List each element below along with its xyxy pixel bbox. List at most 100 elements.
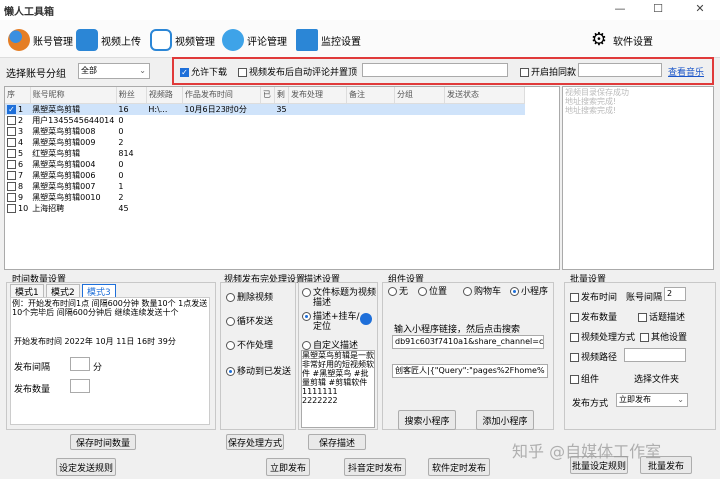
row-checkbox-cell[interactable]: 10 [5, 203, 30, 214]
close-button[interactable]: ✕ [684, 0, 716, 20]
batch-count-checkbox[interactable]: 发布数量 [570, 310, 617, 323]
option-delete[interactable]: 删除视频 [226, 290, 273, 303]
table-row[interactable]: 7 黑塑菜鸟剪辑006 0 [5, 170, 525, 181]
search-miniapp-button[interactable]: 搜索小程序 [398, 410, 456, 430]
set-send-rule-button[interactable]: 设定发送规则 [56, 458, 116, 476]
month-field[interactable]: 10 [95, 337, 105, 346]
minute-field[interactable]: 39 [158, 337, 168, 346]
option-location[interactable]: 位置 [418, 284, 447, 297]
interval-input[interactable] [70, 357, 90, 371]
option-none-comp-label: 无 [399, 287, 409, 297]
publish-now-button[interactable]: 立即发布 [266, 458, 310, 476]
view-music-link[interactable]: 查看音乐 [668, 65, 704, 78]
option-loop[interactable]: 循环发送 [226, 314, 273, 327]
option-file-title[interactable]: 文件标题为视频描述 [302, 288, 376, 308]
table-row[interactable]: 2 用户1345545644014 0 [5, 115, 525, 126]
option-cart[interactable]: 购物车 [463, 284, 501, 297]
table-cell: 10月6日23时0分 [184, 104, 247, 114]
row-checkbox-cell[interactable]: 3 [5, 126, 30, 137]
batch-path-checkbox[interactable]: 视频路径 [570, 350, 617, 363]
table-row[interactable]: ✓ 1 黑塑菜鸟剪辑 16 H:\... 10月6日23时0分 35 [5, 103, 525, 115]
log-panel: 视频目录保存成功 地址搜索完成! 地址搜索完成! [562, 86, 714, 270]
account-manage-button[interactable]: 账号管理 [8, 28, 73, 52]
table-row[interactable]: 9 黑塑菜鸟剪辑0010 2 [5, 192, 525, 203]
day-field[interactable]: 11 [116, 337, 126, 346]
row-index: 7 [18, 170, 24, 180]
table-row[interactable]: 5 红塑菜鸟剪辑 814 [5, 148, 525, 159]
douyin-schedule-button[interactable]: 抖音定时发布 [344, 458, 406, 476]
video-icon [150, 29, 172, 51]
row-checkbox[interactable] [7, 192, 16, 202]
comment-input[interactable] [362, 63, 508, 77]
batch-time-label: 发布时间 [581, 293, 618, 303]
count-input[interactable] [70, 379, 90, 393]
table-cell [347, 126, 395, 137]
pat-same-checkbox[interactable]: 开启拍同款 [520, 65, 576, 78]
minimize-button[interactable]: — [604, 0, 636, 20]
comment-manage-button[interactable]: 评论管理 [222, 28, 287, 52]
row-checkbox-cell[interactable]: ✓ 1 [5, 103, 30, 115]
row-checkbox[interactable] [7, 126, 16, 136]
option-none[interactable]: 不作处理 [226, 338, 273, 351]
acct-interval-input[interactable]: 2 [664, 287, 686, 301]
publish-mode-select[interactable]: 立即发布 ⌄ [616, 393, 688, 407]
table-row[interactable]: 3 黑塑菜鸟剪辑008 0 [5, 126, 525, 137]
row-checkbox-cell[interactable]: 9 [5, 192, 30, 203]
desc-textarea[interactable]: 黑塑菜鸟剪辑是一款非常好用的短视频软件 #黑塑菜鸟 #批量剪辑 #剪辑软件 11… [301, 350, 375, 428]
option-desc-car[interactable]: 描述+挂车/定位 [302, 312, 366, 332]
hour-field[interactable]: 16 [137, 337, 147, 346]
table-row[interactable]: 10 上海招聘 45 [5, 203, 525, 214]
row-checkbox[interactable] [7, 159, 16, 169]
monitor-settings-button[interactable]: 监控设置 [296, 28, 361, 52]
row-checkbox[interactable] [7, 203, 16, 213]
year-field[interactable]: 2022 [65, 337, 85, 346]
table-cell [445, 192, 525, 203]
account-table[interactable]: 序 账号昵称 粉丝 视频路 作品发布时间 已 剩 发布处理 备注 分组 发送状态… [4, 86, 560, 270]
row-checkbox[interactable] [7, 137, 16, 147]
save-desc-button[interactable]: 保存描述 [308, 434, 366, 450]
option-move[interactable]: 移动到已发送 [226, 364, 291, 377]
allow-download-checkbox[interactable]: ✓ 允许下载 [180, 65, 227, 78]
batch-topic-checkbox[interactable]: 话题描述 [638, 310, 685, 323]
miniapp-select[interactable]: 创客匠人|{"Query":"pages%2Fhome% [392, 364, 548, 378]
row-checkbox-cell[interactable]: 8 [5, 181, 30, 192]
rocket-icon[interactable] [360, 313, 372, 325]
maximize-button[interactable]: ☐ [642, 0, 674, 20]
group-select[interactable]: 全部 ⌄ [78, 63, 150, 79]
option-none-comp[interactable]: 无 [388, 284, 408, 297]
batch-time-checkbox[interactable]: 发布时间 [570, 290, 617, 303]
video-manage-button[interactable]: 视频管理 [150, 28, 215, 52]
software-settings-button[interactable]: ⚙ 软件设置 [588, 28, 653, 52]
table-row[interactable]: 4 黑塑菜鸟剪辑009 2 [5, 137, 525, 148]
miniapp-link-input[interactable]: db91c603f7410a1&share_channel=copy [392, 335, 544, 349]
batch-other-checkbox[interactable]: 其他设置 [640, 330, 687, 343]
row-checkbox[interactable] [7, 181, 16, 191]
row-checkbox[interactable] [7, 148, 16, 158]
table-row[interactable]: 8 黑塑菜鸟剪辑007 1 [5, 181, 525, 192]
video-upload-button[interactable]: 视频上传 [76, 28, 141, 52]
choose-folder-button[interactable]: 选择文件夹 [634, 372, 679, 385]
row-checkbox[interactable]: ✓ [7, 104, 16, 114]
row-checkbox-cell[interactable]: 6 [5, 159, 30, 170]
table-cell: 黑塑菜鸟剪辑0010 [32, 192, 101, 202]
row-checkbox[interactable] [7, 115, 16, 125]
row-checkbox-cell[interactable]: 4 [5, 137, 30, 148]
column-header: 账号昵称 [30, 87, 117, 104]
option-miniapp[interactable]: 小程序 [510, 284, 548, 297]
row-checkbox-cell[interactable]: 5 [5, 148, 30, 159]
table-row[interactable]: 6 黑塑菜鸟剪辑004 0 [5, 159, 525, 170]
pat-input[interactable] [578, 63, 662, 77]
batch-path-input[interactable] [624, 348, 686, 362]
row-checkbox-cell[interactable]: 2 [5, 115, 30, 126]
save-after-button[interactable]: 保存处理方式 [226, 434, 284, 450]
row-checkbox-cell[interactable]: 7 [5, 170, 30, 181]
monitor-settings-label: 监控设置 [321, 36, 361, 48]
software-schedule-button[interactable]: 软件定时发布 [428, 458, 490, 476]
row-index: 2 [18, 115, 24, 125]
batch-video-mode-checkbox[interactable]: 视频处理方式 [570, 330, 635, 343]
auto-comment-checkbox[interactable]: 视频发布后自动评论并置顶 [238, 65, 357, 78]
batch-component-checkbox[interactable]: 组件 [570, 372, 599, 385]
row-checkbox[interactable] [7, 170, 16, 180]
add-miniapp-button[interactable]: 添加小程序 [476, 410, 534, 430]
save-time-button[interactable]: 保存时间数量 [70, 434, 136, 450]
